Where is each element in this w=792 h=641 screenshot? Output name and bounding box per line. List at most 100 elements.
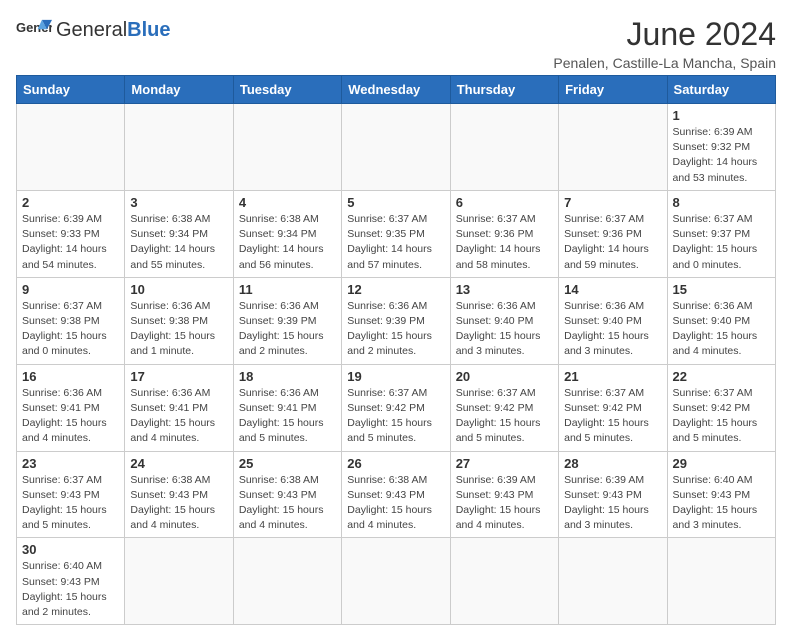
logo-icon: General	[16, 16, 52, 44]
day-number: 4	[239, 195, 336, 210]
calendar-week-row: 2Sunrise: 6:39 AM Sunset: 9:33 PM Daylig…	[17, 190, 776, 277]
calendar-day-cell	[125, 104, 233, 191]
day-info: Sunrise: 6:37 AM Sunset: 9:37 PM Dayligh…	[673, 212, 770, 273]
day-number: 11	[239, 282, 336, 297]
calendar-day-cell: 21 Sunrise: 6:37 AM Sunset: 9:42 PM Dayli…	[559, 364, 667, 451]
day-number: 16	[22, 369, 119, 384]
day-number: 25	[239, 456, 336, 471]
calendar-day-cell: 2Sunrise: 6:39 AM Sunset: 9:33 PM Daylig…	[17, 190, 125, 277]
weekday-header-thursday: Thursday	[450, 76, 558, 104]
calendar-day-cell: 20 Sunrise: 6:37 AM Sunset: 9:42 PM Dayli…	[450, 364, 558, 451]
calendar-day-cell: 14Sunrise: 6:36 AM Sunset: 9:40 PM Dayli…	[559, 277, 667, 364]
calendar-week-row: 1 Sunrise: 6:39 AM Sunset: 9:32 PM Daylig…	[17, 104, 776, 191]
calendar-day-cell: 26 Sunrise: 6:38 AM Sunset: 9:43 PM Dayli…	[342, 451, 450, 538]
day-info: Sunrise: 6:36 AM Sunset: 9:40 PM Dayligh…	[456, 299, 553, 360]
calendar-table: SundayMondayTuesdayWednesdayThursdayFrid…	[16, 75, 776, 625]
day-info: Sunrise: 6:38 AM Sunset: 9:34 PM Dayligh…	[239, 212, 336, 273]
calendar-subtitle: Penalen, Castille-La Mancha, Spain	[553, 55, 776, 71]
day-info: Sunrise: 6:36 AM Sunset: 9:40 PM Dayligh…	[673, 299, 770, 360]
calendar-day-cell: 10 Sunrise: 6:36 AM Sunset: 9:38 PM Dayli…	[125, 277, 233, 364]
day-number: 23	[22, 456, 119, 471]
day-info: Sunrise: 6:36 AM Sunset: 9:39 PM Dayligh…	[347, 299, 444, 360]
weekday-header-saturday: Saturday	[667, 76, 775, 104]
day-info: Sunrise: 6:37 AM Sunset: 9:42 PM Dayligh…	[456, 386, 553, 447]
calendar-day-cell: 24 Sunrise: 6:38 AM Sunset: 9:43 PM Dayli…	[125, 451, 233, 538]
day-number: 2	[22, 195, 119, 210]
day-number: 6	[456, 195, 553, 210]
day-number: 3	[130, 195, 227, 210]
day-info: Sunrise: 6:36 AM Sunset: 9:40 PM Dayligh…	[564, 299, 661, 360]
day-info: Sunrise: 6:40 AM Sunset: 9:43 PM Dayligh…	[22, 559, 119, 620]
calendar-week-row: 23 Sunrise: 6:37 AM Sunset: 9:43 PM Dayli…	[17, 451, 776, 538]
day-info: Sunrise: 6:39 AM Sunset: 9:32 PM Dayligh…	[673, 125, 770, 186]
calendar-day-cell: 23 Sunrise: 6:37 AM Sunset: 9:43 PM Dayli…	[17, 451, 125, 538]
title-block: June 2024 Penalen, Castille-La Mancha, S…	[553, 16, 776, 71]
calendar-day-cell: 13 Sunrise: 6:36 AM Sunset: 9:40 PM Dayli…	[450, 277, 558, 364]
calendar-day-cell: 27 Sunrise: 6:39 AM Sunset: 9:43 PM Dayli…	[450, 451, 558, 538]
day-number: 12	[347, 282, 444, 297]
calendar-day-cell	[559, 104, 667, 191]
calendar-day-cell: 25 Sunrise: 6:38 AM Sunset: 9:43 PM Dayli…	[233, 451, 341, 538]
calendar-day-cell: 7Sunrise: 6:37 AM Sunset: 9:36 PM Daylig…	[559, 190, 667, 277]
day-number: 17	[130, 369, 227, 384]
day-info: Sunrise: 6:36 AM Sunset: 9:41 PM Dayligh…	[22, 386, 119, 447]
day-number: 19	[347, 369, 444, 384]
day-number: 15	[673, 282, 770, 297]
calendar-day-cell: 1 Sunrise: 6:39 AM Sunset: 9:32 PM Daylig…	[667, 104, 775, 191]
day-info: Sunrise: 6:37 AM Sunset: 9:42 PM Dayligh…	[347, 386, 444, 447]
calendar-day-cell: 17 Sunrise: 6:36 AM Sunset: 9:41 PM Dayli…	[125, 364, 233, 451]
weekday-header-monday: Monday	[125, 76, 233, 104]
day-info: Sunrise: 6:39 AM Sunset: 9:43 PM Dayligh…	[564, 473, 661, 534]
day-number: 1	[673, 108, 770, 123]
calendar-day-cell	[450, 104, 558, 191]
calendar-day-cell: 15 Sunrise: 6:36 AM Sunset: 9:40 PM Dayli…	[667, 277, 775, 364]
calendar-day-cell: 3Sunrise: 6:38 AM Sunset: 9:34 PM Daylig…	[125, 190, 233, 277]
calendar-day-cell: 29 Sunrise: 6:40 AM Sunset: 9:43 PM Dayli…	[667, 451, 775, 538]
calendar-day-cell: 16 Sunrise: 6:36 AM Sunset: 9:41 PM Dayli…	[17, 364, 125, 451]
day-info: Sunrise: 6:37 AM Sunset: 9:43 PM Dayligh…	[22, 473, 119, 534]
day-info: Sunrise: 6:38 AM Sunset: 9:43 PM Dayligh…	[130, 473, 227, 534]
day-number: 24	[130, 456, 227, 471]
calendar-day-cell: 18Sunrise: 6:36 AM Sunset: 9:41 PM Dayli…	[233, 364, 341, 451]
calendar-day-cell	[17, 104, 125, 191]
day-info: Sunrise: 6:37 AM Sunset: 9:42 PM Dayligh…	[564, 386, 661, 447]
weekday-header-tuesday: Tuesday	[233, 76, 341, 104]
calendar-day-cell: 11 Sunrise: 6:36 AM Sunset: 9:39 PM Dayli…	[233, 277, 341, 364]
day-info: Sunrise: 6:36 AM Sunset: 9:38 PM Dayligh…	[130, 299, 227, 360]
day-number: 10	[130, 282, 227, 297]
day-number: 29	[673, 456, 770, 471]
day-info: Sunrise: 6:37 AM Sunset: 9:36 PM Dayligh…	[456, 212, 553, 273]
day-info: Sunrise: 6:38 AM Sunset: 9:43 PM Dayligh…	[347, 473, 444, 534]
day-info: Sunrise: 6:37 AM Sunset: 9:38 PM Dayligh…	[22, 299, 119, 360]
calendar-day-cell: 12 Sunrise: 6:36 AM Sunset: 9:39 PM Dayli…	[342, 277, 450, 364]
day-number: 28	[564, 456, 661, 471]
day-info: Sunrise: 6:36 AM Sunset: 9:41 PM Dayligh…	[130, 386, 227, 447]
calendar-week-row: 9 Sunrise: 6:37 AM Sunset: 9:38 PM Daylig…	[17, 277, 776, 364]
calendar-day-cell	[233, 104, 341, 191]
calendar-title: June 2024	[553, 16, 776, 53]
calendar-day-cell: 4 Sunrise: 6:38 AM Sunset: 9:34 PM Daylig…	[233, 190, 341, 277]
calendar-week-row: 16 Sunrise: 6:36 AM Sunset: 9:41 PM Dayli…	[17, 364, 776, 451]
calendar-day-cell: 6 Sunrise: 6:37 AM Sunset: 9:36 PM Daylig…	[450, 190, 558, 277]
day-number: 9	[22, 282, 119, 297]
page-header: General GeneralBlue June 2024 Penalen, C…	[16, 16, 776, 71]
logo-blue: Blue	[127, 19, 170, 41]
day-number: 27	[456, 456, 553, 471]
day-number: 21	[564, 369, 661, 384]
day-info: Sunrise: 6:38 AM Sunset: 9:43 PM Dayligh…	[239, 473, 336, 534]
day-info: Sunrise: 6:37 AM Sunset: 9:35 PM Dayligh…	[347, 212, 444, 273]
logo: General GeneralBlue	[16, 16, 171, 44]
day-info: Sunrise: 6:36 AM Sunset: 9:39 PM Dayligh…	[239, 299, 336, 360]
calendar-day-cell: 22 Sunrise: 6:37 AM Sunset: 9:42 PM Dayli…	[667, 364, 775, 451]
day-info: Sunrise: 6:37 AM Sunset: 9:42 PM Dayligh…	[673, 386, 770, 447]
weekday-header-sunday: Sunday	[17, 76, 125, 104]
calendar-day-cell	[342, 104, 450, 191]
day-info: Sunrise: 6:39 AM Sunset: 9:43 PM Dayligh…	[456, 473, 553, 534]
day-number: 20	[456, 369, 553, 384]
day-number: 13	[456, 282, 553, 297]
weekday-header-row: SundayMondayTuesdayWednesdayThursdayFrid…	[17, 76, 776, 104]
calendar-day-cell: 5Sunrise: 6:37 AM Sunset: 9:35 PM Daylig…	[342, 190, 450, 277]
day-info: Sunrise: 6:40 AM Sunset: 9:43 PM Dayligh…	[673, 473, 770, 534]
day-number: 26	[347, 456, 444, 471]
day-number: 22	[673, 369, 770, 384]
